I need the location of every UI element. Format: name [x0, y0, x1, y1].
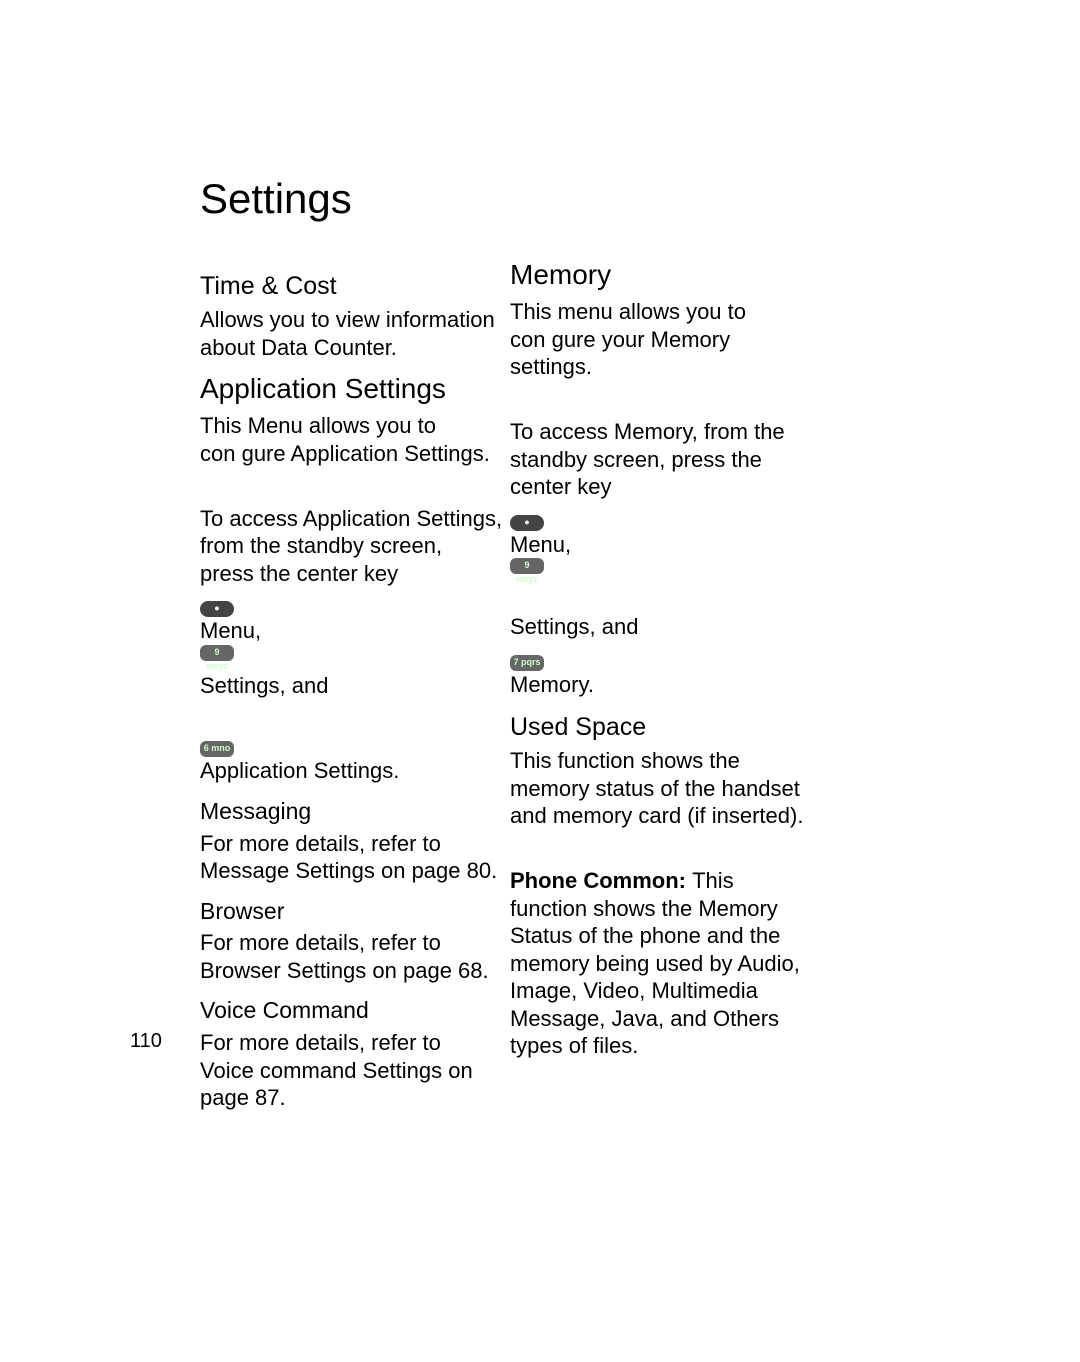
- heading-voice-command: Voice Command: [200, 996, 510, 1025]
- key-9-icon: 9 wxyz: [200, 645, 234, 661]
- right-column: Memory This menu allows you to con gure …: [510, 257, 820, 1070]
- text-phone-common: This function shows the Memory Status of…: [510, 868, 800, 1058]
- key-7-icon: 7 pqrs: [510, 655, 544, 671]
- text: Settings, and: [510, 614, 638, 639]
- body-memory-1: This menu allows you to con gure your Me…: [510, 298, 820, 381]
- text: Menu,: [510, 532, 571, 557]
- body-app-settings-1: This Menu allows you to con gure Applica…: [200, 412, 510, 467]
- body-voice-command: For more details, refer to Voice command…: [200, 1029, 510, 1112]
- text: To access Memory, from the standby scree…: [510, 419, 785, 499]
- center-key-icon: ●: [510, 515, 544, 531]
- body-used-space: This function shows the memory status of…: [510, 747, 820, 830]
- text: Application Settings.: [200, 758, 399, 783]
- heading-browser: Browser: [200, 897, 510, 926]
- center-key-icon: ●: [200, 601, 234, 617]
- heading-time-cost: Time & Cost: [200, 271, 510, 302]
- body-messaging: For more details, refer to Message Setti…: [200, 830, 510, 885]
- page-title: Settings: [200, 175, 900, 223]
- heading-app-settings: Application Settings: [200, 371, 510, 406]
- heading-memory: Memory: [510, 257, 820, 292]
- body-phone-common: Phone Common: This function shows the Me…: [510, 840, 820, 1060]
- body-time-cost: Allows you to view information about Dat…: [200, 306, 510, 361]
- heading-used-space: Used Space: [510, 712, 820, 743]
- text: Settings, and: [200, 673, 328, 698]
- text: To access Application Settings, from the…: [200, 506, 502, 586]
- text: Menu,: [200, 618, 261, 643]
- two-column-layout: Time & Cost Allows you to view informati…: [200, 257, 900, 1047]
- key-9-icon: 9 wxyz: [510, 558, 544, 574]
- manual-page: Settings Time & Cost Allows you to view …: [0, 0, 1080, 1362]
- page-number: 110: [130, 1030, 162, 1053]
- text: Memory.: [510, 672, 594, 697]
- key-6-icon: 6 mno: [200, 741, 234, 757]
- body-app-settings-2: To access Application Settings, from the…: [200, 477, 510, 785]
- heading-messaging: Messaging: [200, 797, 510, 826]
- label-phone-common: Phone Common:: [510, 868, 692, 893]
- body-browser: For more details, refer to Browser Setti…: [200, 929, 510, 984]
- left-column: Time & Cost Allows you to view informati…: [200, 257, 510, 1122]
- body-memory-2: To access Memory, from the standby scree…: [510, 391, 820, 699]
